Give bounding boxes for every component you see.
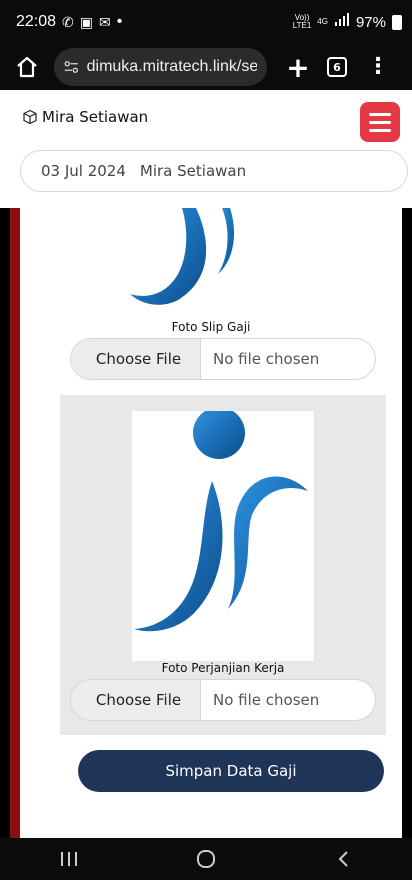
company-logo-icon — [134, 407, 308, 632]
more-menu-icon[interactable]: ⋮ — [367, 56, 389, 78]
slip-gaji-file-input[interactable]: Choose File No file chosen — [70, 338, 376, 380]
choose-file-button[interactable]: Choose File — [71, 680, 201, 720]
current-date: 03 Jul 2024 — [41, 162, 126, 180]
date-user-field: 03 Jul 2024 Mira Setiawan — [20, 150, 408, 192]
hamburger-menu-button[interactable] — [360, 102, 400, 142]
status-bar: 22:08 ✆ ▣ ✉ • Vo)) LTE1 4G 97% — [0, 0, 412, 44]
more-notifications-dot: • — [116, 13, 123, 30]
site-settings-icon[interactable] — [64, 59, 79, 75]
whatsapp-icon: ✆ — [62, 13, 74, 30]
current-user: Mira Setiawan — [139, 162, 247, 180]
perjanjian-kerja-label: Foto Perjanjian Kerja — [161, 661, 285, 675]
browser-toolbar: dimuka.mitratech.link/settings + 6 ⋮ — [0, 44, 412, 90]
battery-icon — [392, 14, 402, 30]
choose-file-button[interactable]: Choose File — [71, 339, 201, 379]
home-button[interactable] — [10, 55, 44, 79]
new-tab-button[interactable]: + — [281, 51, 315, 84]
tab-switcher-button[interactable]: 6 — [327, 57, 347, 77]
user-name: Mira Setiawan — [42, 108, 149, 126]
recent-apps-button[interactable] — [39, 851, 99, 867]
perjanjian-kerja-file-input[interactable]: Choose File No file chosen — [70, 679, 376, 721]
user-info: Mira Setiawan — [22, 108, 148, 126]
home-circle-icon — [196, 850, 215, 868]
salary-form: Foto Slip Gaji Choose File No file chose… — [10, 208, 402, 838]
battery-percent: 97% — [355, 13, 386, 31]
url-text: dimuka.mitratech.link/settings — [86, 58, 257, 75]
back-button[interactable] — [313, 850, 373, 868]
network-type: 4G — [317, 17, 328, 26]
signal-icon — [334, 13, 350, 31]
app-header: Mira Setiawan 03 Jul 2024 Mira Setiawan — [0, 90, 412, 208]
cube-icon — [23, 109, 37, 125]
perjanjian-kerja-card: Foto Perjanjian Kerja Choose File No fil… — [60, 395, 386, 735]
gallery-icon: ▣ — [79, 13, 94, 30]
perjanjian-kerja-preview — [132, 407, 314, 661]
gmail-icon: ✉ — [99, 13, 111, 30]
volte-indicator: Vo)) LTE1 — [292, 13, 312, 30]
slip-gaji-preview — [130, 208, 234, 305]
android-nav-bar — [0, 838, 412, 880]
recent-apps-icon — [60, 852, 77, 866]
file-status: No file chosen — [213, 691, 320, 709]
clock: 22:08 — [16, 13, 57, 30]
home-nav-button[interactable] — [176, 849, 236, 869]
file-status: No file chosen — [213, 350, 320, 368]
save-salary-button[interactable]: Simpan Data Gaji — [78, 750, 384, 792]
slip-gaji-label: Foto Slip Gaji — [171, 320, 251, 334]
home-icon — [17, 56, 37, 78]
address-bar[interactable]: dimuka.mitratech.link/settings — [54, 48, 267, 86]
back-icon — [338, 851, 349, 867]
